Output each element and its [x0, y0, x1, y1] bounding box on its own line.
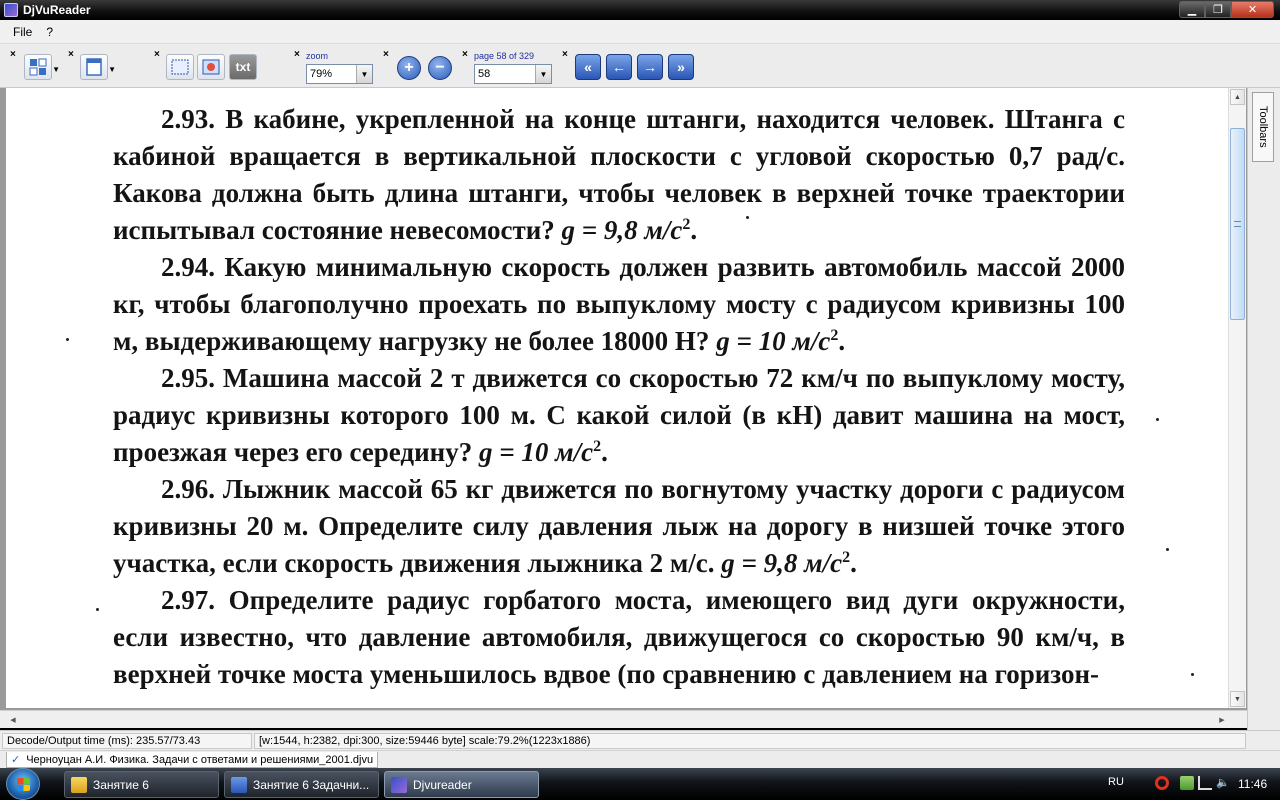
selection-rect-icon — [171, 59, 189, 75]
problem-2-94: 2.94. Какую минимальную скорость должен … — [113, 252, 1125, 356]
signal-icon[interactable] — [1198, 776, 1212, 790]
window-title: DjVuReader — [23, 3, 91, 17]
toolbars-tab-label: Toolbars — [1257, 106, 1269, 148]
status-bar: Decode/Output time (ms): 235.57/73.43 [w… — [0, 730, 1280, 750]
title-bar: DjVuReader ▁ ❐ ✕ — [0, 0, 1280, 20]
page-icon — [86, 58, 102, 76]
page-value: 58 — [478, 68, 491, 80]
chevron-down-icon[interactable]: ▼ — [108, 65, 116, 74]
vertical-scrollbar[interactable]: ▲ ▼ — [1228, 88, 1246, 708]
scroll-right-arrow-icon[interactable]: ▶ — [1215, 713, 1229, 726]
volume-icon[interactable]: 🔈 — [1216, 776, 1230, 790]
opera-icon[interactable] — [1155, 776, 1169, 790]
grip-icon — [1234, 221, 1241, 227]
horizontal-scrollbar[interactable]: ◀ ▶ — [0, 710, 1247, 728]
double-left-arrow-icon: « — [584, 59, 592, 75]
problem-2-96: 2.96. Лыжник массой 65 кг движется по во… — [113, 474, 1125, 578]
windows-taskbar: Занятие 6 Занятие 6 Задачни... Djvureade… — [0, 768, 1280, 800]
toolbar-close-icon[interactable]: × — [462, 49, 468, 60]
picture-mode-button[interactable] — [197, 54, 225, 80]
file-tab-name: Черноуцан А.И. Физика. Задачи с ответами… — [26, 753, 374, 766]
chevron-down-icon[interactable]: ▼ — [535, 65, 551, 83]
previous-page-button[interactable]: ← — [606, 54, 632, 80]
language-indicator[interactable]: RU — [1108, 776, 1124, 788]
page-text: 2.93. В кабине, укрепленной на конце шта… — [113, 101, 1125, 693]
zoom-in-button[interactable]: + — [397, 56, 421, 80]
scan-speck — [1191, 673, 1194, 676]
toolbar-close-icon[interactable]: × — [10, 49, 16, 60]
minimize-button[interactable]: ▁ — [1179, 1, 1205, 18]
right-arrow-icon: → — [643, 59, 657, 75]
page-count-label: page 58 of 329 — [474, 51, 535, 61]
scan-speck — [1166, 548, 1169, 551]
scan-speck — [1156, 418, 1159, 421]
scroll-up-arrow-icon[interactable]: ▲ — [1230, 89, 1245, 105]
scroll-down-arrow-icon[interactable]: ▼ — [1230, 691, 1245, 707]
file-tab-strip: ✓ Черноуцан А.И. Физика. Задачи с ответа… — [0, 750, 1280, 768]
chevron-down-icon[interactable]: ▼ — [52, 65, 60, 74]
double-right-arrow-icon: » — [677, 59, 685, 75]
left-arrow-icon: ← — [612, 59, 626, 75]
problem-2-95: 2.95. Машина массой 2 т движется со скор… — [113, 363, 1125, 467]
zoom-label: zoom — [306, 51, 329, 61]
system-tray: RU 🔈 11:46 — [1100, 768, 1280, 800]
zoom-out-button[interactable]: − — [428, 56, 452, 80]
maximize-button[interactable]: ❐ — [1205, 1, 1231, 18]
chevron-down-icon[interactable]: ▼ — [356, 65, 372, 83]
taskbar-item-zanyatie6[interactable]: Занятие 6 — [64, 771, 219, 798]
window-controls: ▁ ❐ ✕ — [1179, 1, 1274, 18]
last-page-button[interactable]: » — [668, 54, 694, 80]
djvureader-app-icon — [391, 776, 407, 793]
toolbar-close-icon[interactable]: × — [154, 49, 160, 60]
next-page-button[interactable]: → — [637, 54, 663, 80]
zoom-select[interactable]: 79% ▼ — [306, 64, 373, 84]
problem-2-97: 2.97. Определите радиус горбатого моста,… — [113, 585, 1125, 689]
menu-file[interactable]: File — [6, 23, 39, 41]
page-layout-button[interactable]: ▼ — [80, 54, 116, 80]
plus-icon: + — [404, 59, 414, 76]
select-area-button[interactable] — [166, 54, 194, 80]
toolbar: × ▼ × ▼ × txt × zoom 79% ▼ × + − × page … — [0, 44, 1280, 88]
djvureader-app-icon — [4, 3, 18, 17]
toolbar-close-icon[interactable]: × — [562, 49, 568, 60]
minimize-icon: ▁ — [1187, 4, 1197, 16]
minus-icon: − — [435, 59, 445, 76]
close-button[interactable]: ✕ — [1231, 1, 1274, 18]
toolbar-close-icon[interactable]: × — [68, 49, 74, 60]
text-mode-button[interactable]: txt — [229, 54, 257, 80]
taskbar-item-djvureader[interactable]: Djvureader — [384, 771, 539, 798]
maximize-icon: ❐ — [1213, 4, 1223, 16]
scan-speck — [746, 216, 749, 219]
word-document-icon — [231, 776, 247, 793]
taskbar-item-word-doc[interactable]: Занятие 6 Задачни... — [224, 771, 379, 798]
page-select[interactable]: 58 ▼ — [474, 64, 552, 84]
check-icon: ✓ — [11, 754, 21, 766]
toolbar-close-icon[interactable]: × — [294, 49, 300, 60]
close-icon: ✕ — [1247, 4, 1258, 16]
menu-help[interactable]: ? — [39, 23, 60, 41]
toolbars-side-panel: Toolbars — [1247, 88, 1280, 730]
image-icon — [202, 59, 220, 75]
toolbars-tab[interactable]: Toolbars — [1252, 92, 1274, 162]
decode-time-status: Decode/Output time (ms): 235.57/73.43 — [2, 733, 252, 749]
problem-2-93: 2.93. В кабине, укрепленной на конце шта… — [113, 104, 1125, 245]
toolbar-close-icon[interactable]: × — [383, 49, 389, 60]
zoom-value: 79% — [310, 68, 333, 80]
first-page-button[interactable]: « — [575, 54, 601, 80]
folder-icon — [71, 776, 87, 793]
djvu-page: 2.93. В кабине, укрепленной на конце шта… — [6, 88, 1228, 708]
scroll-left-arrow-icon[interactable]: ◀ — [6, 713, 20, 726]
view-mode-button[interactable]: ▼ — [24, 54, 60, 80]
page-info-status: [w:1544, h:2382, dpi:300, size:59446 byt… — [254, 733, 1246, 749]
scan-speck — [96, 608, 99, 611]
layout-grid-icon — [29, 58, 47, 76]
menu-bar: File ? — [0, 20, 1280, 44]
network-icon[interactable] — [1180, 776, 1194, 790]
vertical-scroll-thumb[interactable] — [1230, 128, 1245, 320]
file-tab[interactable]: ✓ Черноуцан А.И. Физика. Задачи с ответа… — [6, 752, 379, 768]
start-button[interactable] — [6, 768, 40, 800]
document-view[interactable]: 2.93. В кабине, укрепленной на конце шта… — [0, 88, 1247, 710]
scan-speck — [66, 338, 69, 341]
clock[interactable]: 11:46 — [1238, 777, 1267, 791]
